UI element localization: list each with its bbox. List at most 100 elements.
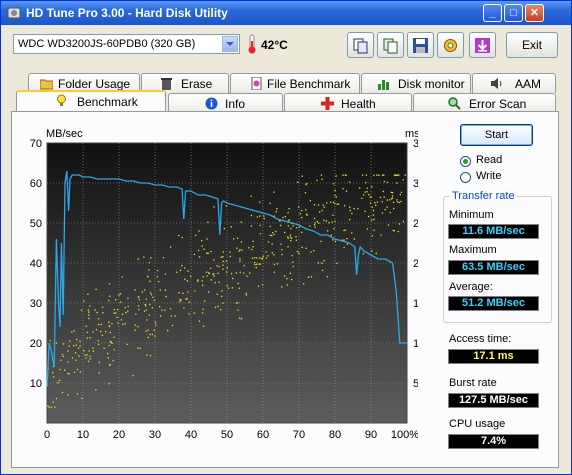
cpu-usage-label: CPU usage [449,418,506,430]
access-time-point [363,194,365,196]
access-time-point [269,225,271,228]
access-time-point [235,302,238,304]
access-time-point [357,208,359,210]
access-time-point [154,335,156,337]
access-time-point [362,174,364,176]
access-time-point [188,301,190,303]
tab-disk-monitor[interactable]: Disk monitor [361,73,471,93]
access-time-point [220,295,223,298]
tab-aam[interactable]: AAM [472,73,556,93]
access-time-point [79,371,82,373]
read-radio[interactable] [460,156,471,167]
access-time-point [97,318,100,320]
access-time-point [108,299,110,302]
access-time-point [144,303,146,306]
access-time-point [334,240,337,242]
access-time-point [237,302,239,304]
access-time-point [309,225,311,227]
access-time-point [198,230,200,232]
access-time-point [323,206,325,208]
chevron-down-icon[interactable] [222,36,238,52]
tab-error-scan[interactable]: Error Scan [413,93,556,113]
exit-button[interactable]: Exit [506,32,558,58]
access-time-point [100,323,102,326]
access-time-point [273,263,276,266]
maximize-button[interactable]: □ [504,4,523,22]
access-time-point [206,238,208,240]
minimize-button[interactable]: _ [483,4,502,22]
access-time-point [276,208,278,210]
access-time-point [259,233,262,235]
copy-info-icon [353,38,368,54]
access-time-point [216,265,218,267]
access-time-point [245,292,247,295]
access-time-point [290,227,292,230]
access-time-point [290,237,293,239]
access-time-point [176,271,178,273]
drive-select[interactable]: WDC WD3200JS-60PDB0 (320 GB) [13,34,240,54]
access-time-point [185,298,187,300]
access-time-point [95,329,98,331]
x-tick: 60 [257,429,269,441]
access-time-point [155,324,157,326]
access-time-point [287,225,290,227]
download-button[interactable] [469,32,496,58]
access-time-point [349,206,351,208]
x-tick: 0 [44,429,50,441]
tab-file-benchmark[interactable]: File Benchmark [230,73,360,93]
access-time-point [314,226,316,228]
close-button[interactable]: ✕ [525,4,544,22]
access-time-point [362,253,365,255]
tab-health[interactable]: Health [284,93,412,113]
access-time-point [364,210,366,213]
access-time-point [297,206,300,208]
access-time-point [373,174,375,176]
access-time-point [395,174,397,176]
access-time-point [203,248,205,251]
read-label[interactable]: Read [476,154,502,166]
access-time-point [269,234,271,236]
access-time-point [117,322,119,324]
access-time-point [316,179,318,182]
access-time-point [197,279,199,281]
copy-screen-button[interactable] [377,32,404,58]
access-time-point [134,324,136,326]
access-time-point [153,299,155,302]
access-time-point [103,347,105,349]
access-time-point [116,316,118,319]
access-time-point [150,294,153,296]
access-time-point [251,257,254,259]
y-tick-left: 20 [30,338,42,350]
access-time-point [289,234,292,236]
copy-info-button[interactable] [347,32,374,58]
access-time-point [102,312,104,314]
access-time-point [188,313,190,315]
access-time-point [392,229,394,232]
access-time-point [404,174,406,176]
tab-benchmark[interactable]: Benchmark [16,90,166,113]
access-time-point [86,354,88,356]
access-time-point [313,250,315,252]
access-time-point [179,269,182,272]
title-bar[interactable]: HD Tune Pro 3.00 - Hard Disk Utility _ □… [1,1,571,25]
access-time-point [375,252,377,255]
tab-info[interactable]: Info [168,93,283,113]
access-time-point [373,218,375,221]
access-time-point [371,250,373,252]
options-button[interactable] [437,32,464,58]
access-time-point [259,201,261,203]
trash-icon [161,78,172,90]
access-time-point [127,305,129,308]
write-label[interactable]: Write [476,170,501,182]
access-time-point [223,227,225,230]
access-time-point [87,360,90,362]
maximum-value: 63.5 MB/sec [448,260,539,275]
access-time-point [178,234,180,237]
save-icon [413,38,428,53]
access-time-point [239,260,241,262]
start-button[interactable]: Start [460,124,533,146]
access-time-point [391,195,394,197]
access-time-point [158,280,160,283]
write-radio[interactable] [460,172,471,183]
save-button[interactable] [407,32,434,58]
